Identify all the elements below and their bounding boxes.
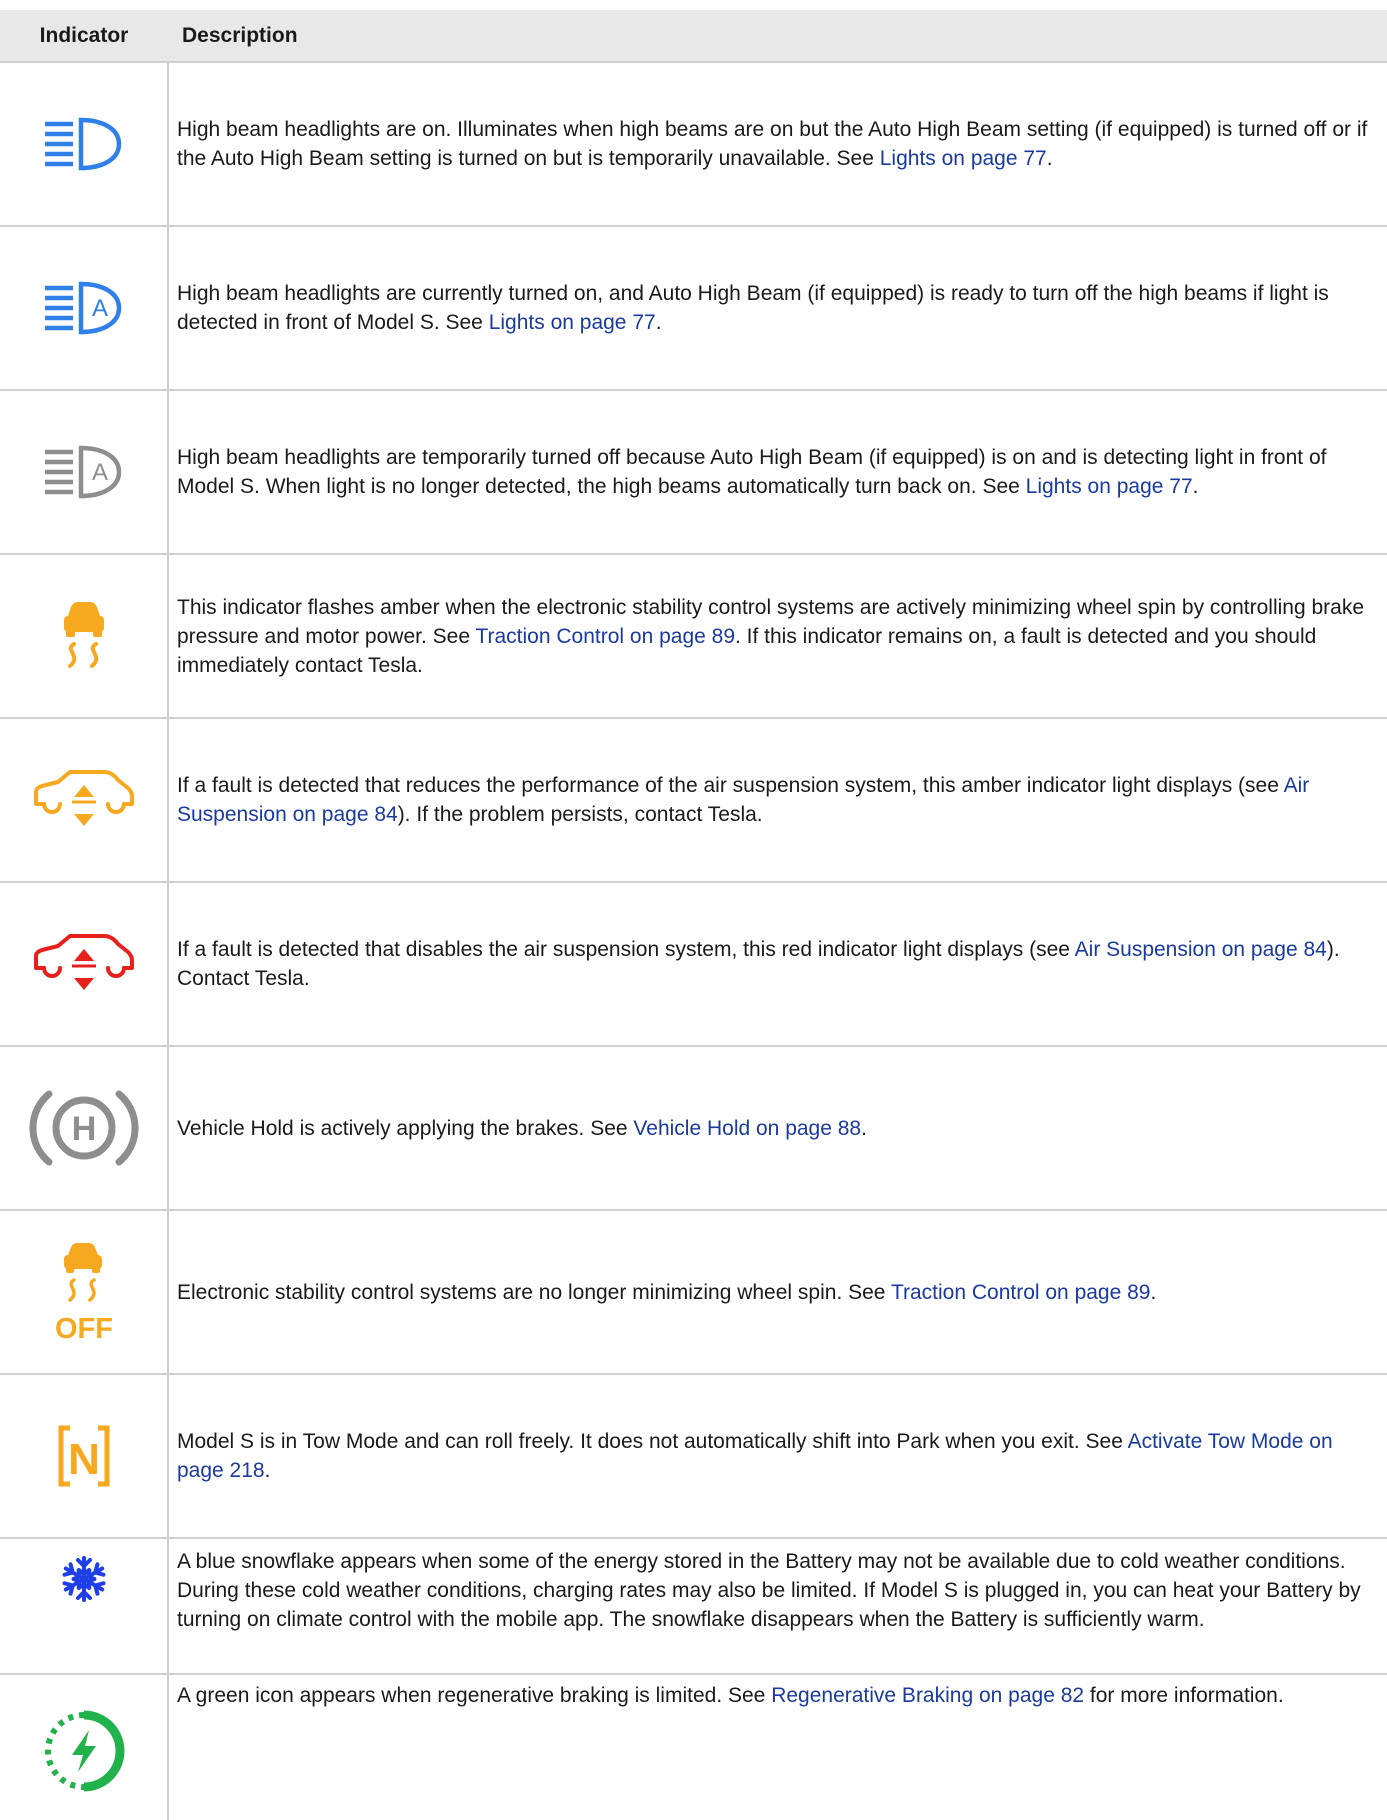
description-cell: A blue snowflake appears when some of th… bbox=[168, 1537, 1387, 1674]
svg-text:A: A bbox=[91, 459, 107, 486]
table-row: A blue snowflake appears when some of th… bbox=[0, 1537, 1387, 1674]
description-cell: If a fault is detected that disables the… bbox=[168, 881, 1387, 1046]
svg-text:N: N bbox=[68, 1435, 100, 1484]
auto-high-beam-off-icon: A bbox=[44, 445, 121, 499]
table-row: A High beam headlights are currently tur… bbox=[0, 225, 1387, 390]
regen-braking-limited-icon bbox=[44, 1710, 124, 1791]
link-lights-page-77[interactable]: Lights on page 77 bbox=[1026, 475, 1193, 498]
description-cell: A green icon appears when regenerative b… bbox=[168, 1673, 1387, 1820]
description-column-header: Description bbox=[168, 10, 1387, 63]
indicator-table: Indicator Description High beam headligh… bbox=[0, 10, 1387, 1820]
table-row: This indicator flashes amber when the el… bbox=[0, 553, 1387, 718]
table-row: OFF Electronic stability control systems… bbox=[0, 1209, 1387, 1374]
link-air-suspension-page-84[interactable]: Air Suspension on page 84 bbox=[1075, 938, 1327, 961]
link-traction-control-page-89[interactable]: Traction Control on page 89 bbox=[475, 625, 735, 648]
link-regenerative-braking-page-82[interactable]: Regenerative Braking on page 82 bbox=[771, 1684, 1084, 1707]
auto-high-beam-ready-icon: A bbox=[44, 281, 121, 335]
table-header-row: Indicator Description bbox=[0, 10, 1387, 63]
link-lights-page-77[interactable]: Lights on page 77 bbox=[489, 311, 656, 334]
description-cell: High beam headlights are on. Illuminates… bbox=[168, 61, 1387, 226]
air-suspension-amber-icon bbox=[33, 770, 134, 826]
link-lights-page-77[interactable]: Lights on page 77 bbox=[880, 147, 1047, 170]
svg-text:OFF: OFF bbox=[55, 1313, 113, 1345]
traction-control-off-icon: OFF bbox=[55, 1243, 113, 1345]
link-vehicle-hold-page-88[interactable]: Vehicle Hold on page 88 bbox=[633, 1117, 861, 1140]
link-traction-control-page-89[interactable]: Traction Control on page 89 bbox=[891, 1281, 1151, 1304]
description-cell: High beam headlights are currently turne… bbox=[168, 225, 1387, 390]
indicator-column-header: Indicator bbox=[0, 10, 168, 63]
table-row: If a fault is detected that reduces the … bbox=[0, 717, 1387, 882]
table-row: High beam headlights are on. Illuminates… bbox=[0, 61, 1387, 226]
vehicle-hold-icon: H bbox=[29, 1090, 138, 1166]
svg-text:H: H bbox=[71, 1110, 96, 1148]
traction-control-icon bbox=[63, 602, 104, 668]
description-cell: If a fault is detected that reduces the … bbox=[168, 717, 1387, 882]
table-row: A green icon appears when regenerative b… bbox=[0, 1673, 1387, 1820]
tow-mode-icon: N bbox=[58, 1425, 109, 1487]
description-cell: Vehicle Hold is actively applying the br… bbox=[168, 1045, 1387, 1210]
description-cell: High beam headlights are temporarily tur… bbox=[168, 389, 1387, 554]
svg-text:A: A bbox=[91, 295, 107, 322]
high-beam-icon bbox=[44, 117, 121, 171]
description-cell: This indicator flashes amber when the el… bbox=[168, 553, 1387, 718]
table-row: H Vehicle Hold is actively applying the … bbox=[0, 1045, 1387, 1210]
table-row: A High beam headlights are temporarily t… bbox=[0, 389, 1387, 554]
description-cell: Model S is in Tow Mode and can roll free… bbox=[168, 1373, 1387, 1538]
air-suspension-red-icon bbox=[33, 934, 134, 990]
table-row: N Model S is in Tow Mode and can roll fr… bbox=[0, 1373, 1387, 1538]
snowflake-icon bbox=[60, 1556, 107, 1602]
description-cell: Electronic stability control systems are… bbox=[168, 1209, 1387, 1374]
table-row: If a fault is detected that disables the… bbox=[0, 881, 1387, 1046]
